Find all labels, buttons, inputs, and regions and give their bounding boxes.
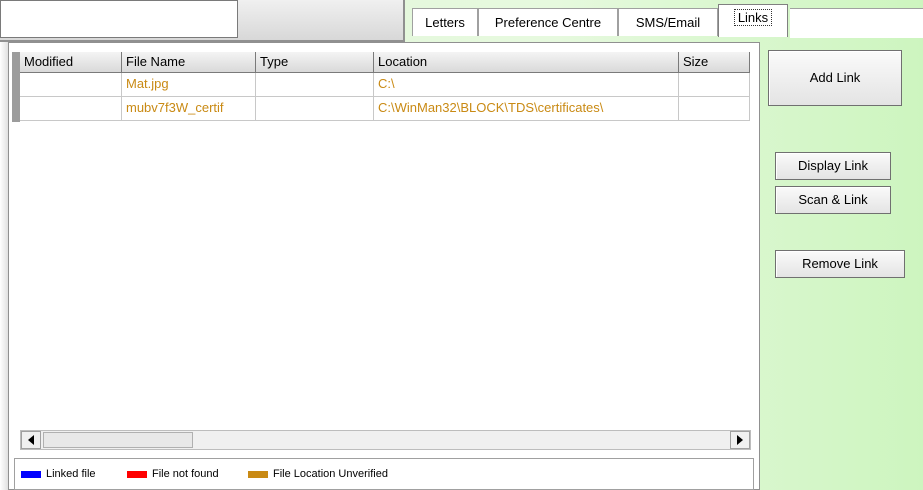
legend-item-unverified: File Location Unverified: [248, 468, 388, 480]
grid-row-selector-column: [12, 52, 20, 122]
cell-file-name: mubv7f3W_certif: [122, 97, 256, 121]
cell-size: [679, 97, 750, 121]
arrow-left-icon: [28, 435, 34, 445]
cell-size: [679, 73, 750, 97]
column-header-location[interactable]: Location: [374, 52, 679, 73]
tab-links[interactable]: Links: [718, 4, 788, 37]
top-text-field[interactable]: [0, 0, 238, 38]
tab-links-label: Links: [733, 9, 773, 26]
table-row[interactable]: Mat.jpg C:\: [20, 73, 750, 97]
legend: Linked file File not found File Location…: [14, 458, 754, 490]
column-header-size[interactable]: Size: [679, 52, 750, 73]
scroll-thumb[interactable]: [43, 432, 193, 448]
column-header-modified[interactable]: Modified: [20, 52, 122, 73]
cell-type: [256, 73, 374, 97]
top-header-panel: [0, 0, 405, 42]
grid-header: Modified File Name Type Location Size: [20, 52, 750, 73]
legend-swatch-red: [127, 470, 147, 478]
display-link-button[interactable]: Display Link: [775, 152, 891, 180]
tab-preference-centre[interactable]: Preference Centre: [478, 8, 618, 36]
cell-location: C:\WinMan32\BLOCK\TDS\certificates\: [374, 97, 679, 121]
arrow-right-icon: [737, 435, 743, 445]
legend-item-not-found: File not found: [127, 468, 219, 480]
scroll-left-button[interactable]: [21, 431, 41, 449]
column-header-type[interactable]: Type: [256, 52, 374, 73]
table-row[interactable]: mubv7f3W_certif C:\WinMan32\BLOCK\TDS\ce…: [20, 97, 750, 121]
legend-label: File not found: [152, 468, 219, 480]
tabstrip-filler: [790, 8, 923, 38]
cell-modified: [20, 73, 122, 97]
column-header-file-name[interactable]: File Name: [122, 52, 256, 73]
legend-swatch-gold: [248, 470, 268, 478]
legend-label: File Location Unverified: [273, 468, 388, 480]
scroll-right-button[interactable]: [730, 431, 750, 449]
grid-left-shadow: [0, 42, 8, 490]
add-link-button[interactable]: Add Link: [768, 50, 902, 106]
legend-swatch-blue: [21, 470, 41, 478]
cell-type: [256, 97, 374, 121]
cell-file-name: Mat.jpg: [122, 73, 256, 97]
tab-sms-email[interactable]: SMS/Email: [618, 8, 718, 36]
legend-item-linked: Linked file: [21, 468, 96, 480]
tab-letters[interactable]: Letters: [412, 8, 478, 36]
horizontal-scrollbar[interactable]: [20, 430, 751, 450]
legend-label: Linked file: [46, 468, 96, 480]
scan-link-button[interactable]: Scan & Link: [775, 186, 891, 214]
cell-modified: [20, 97, 122, 121]
remove-link-button[interactable]: Remove Link: [775, 250, 905, 278]
cell-location: C:\: [374, 73, 679, 97]
